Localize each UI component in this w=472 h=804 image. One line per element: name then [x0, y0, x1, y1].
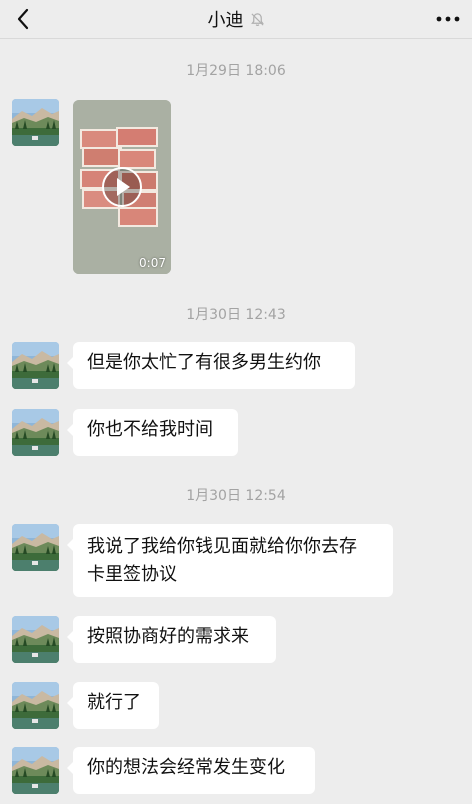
nav-bar: 小迪	[0, 0, 472, 39]
message-text: 就行了	[87, 692, 141, 713]
contact-name: 小迪	[207, 10, 244, 31]
message-text: 但是你太忙了有很多男生约你	[87, 352, 321, 373]
message-bubble[interactable]: 就行了	[67, 682, 159, 729]
avatar[interactable]	[12, 524, 59, 571]
video-thumbnail	[73, 100, 171, 274]
message-text: 你的想法会经常发生变化	[87, 757, 285, 778]
avatar[interactable]	[12, 99, 59, 146]
timestamp: 1月30日 12:43	[186, 307, 286, 323]
message-bubble[interactable]: 你也不给我时间	[67, 409, 238, 456]
message-bubble[interactable]: 按照协商好的需求来	[67, 616, 276, 663]
avatar[interactable]	[12, 616, 59, 663]
more-button[interactable]	[434, 6, 462, 32]
avatar[interactable]	[12, 682, 59, 729]
timestamp: 1月29日 18:06	[186, 63, 286, 79]
avatar[interactable]	[12, 409, 59, 456]
video-duration: 0:07	[139, 256, 166, 270]
timestamp: 1月30日 12:54	[186, 488, 286, 504]
video-message[interactable]: 0:07	[73, 100, 171, 274]
bell-off-icon	[250, 12, 264, 26]
message-bubble[interactable]: 我说了我给你钱见面就给你你去存 卡里签协议	[67, 524, 393, 597]
ellipsis-icon	[436, 16, 460, 22]
avatar[interactable]	[12, 342, 59, 389]
avatar[interactable]	[12, 747, 59, 794]
message-text-line: 我说了我给你钱见面就给你你去存	[87, 536, 357, 557]
message-bubble[interactable]: 你的想法会经常发生变化	[67, 747, 315, 794]
message-text: 你也不给我时间	[87, 419, 213, 440]
message-bubble[interactable]: 但是你太忙了有很多男生约你	[67, 342, 355, 389]
chat-title: 小迪	[0, 0, 472, 38]
message-text-line: 卡里签协议	[87, 564, 177, 585]
message-text: 按照协商好的需求来	[87, 626, 249, 647]
